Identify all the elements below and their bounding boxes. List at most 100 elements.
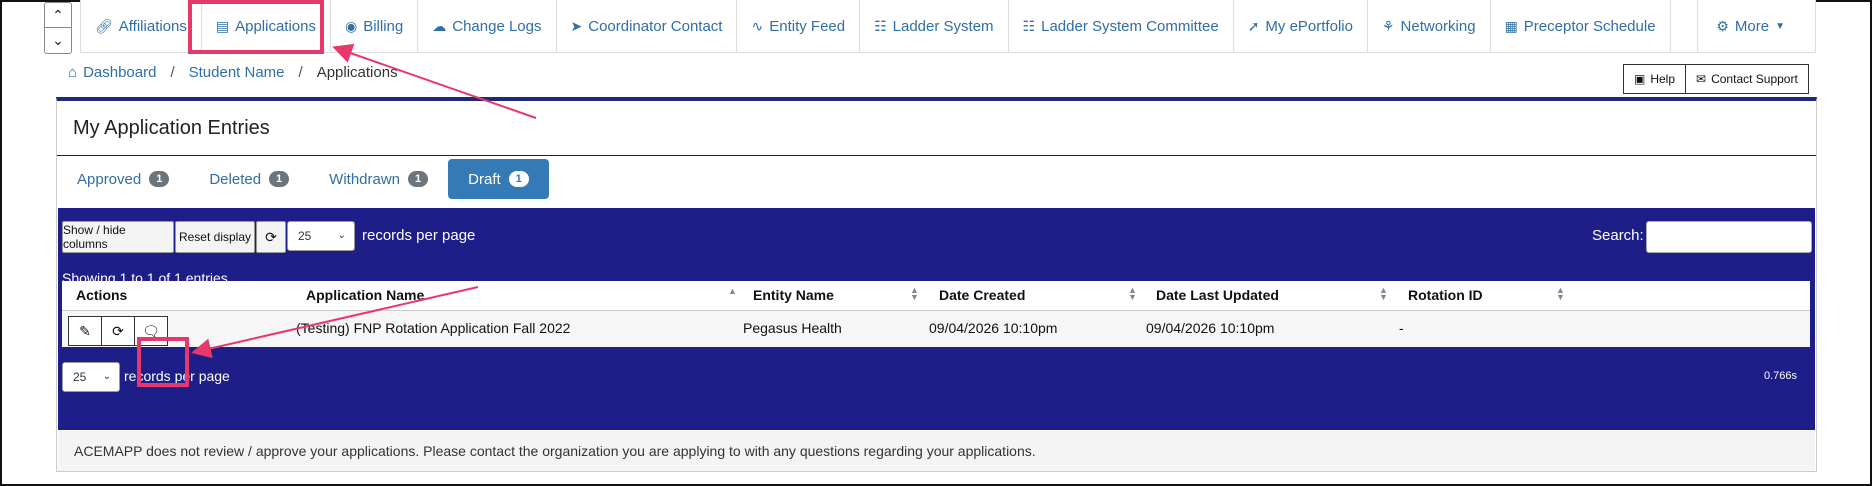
- rss-icon: ∿: [751, 17, 764, 34]
- tab-entity-feed[interactable]: ∿ Entity Feed: [737, 0, 861, 52]
- money-icon: ◉: [345, 17, 358, 34]
- header-buttons: ▣ Help ✉ Contact Support: [1623, 64, 1809, 94]
- tab-label: Entity Feed: [769, 17, 846, 35]
- calendar-icon: ▦: [1504, 17, 1518, 34]
- tab-label: Approved: [77, 170, 142, 188]
- refresh-button[interactable]: ⟳: [256, 221, 286, 253]
- search-label: Search:: [1592, 227, 1644, 244]
- breadcrumb-separator: /: [170, 64, 175, 81]
- tab-label: Coordinator Contact: [588, 17, 723, 35]
- tab-ladder-system[interactable]: ☷ Ladder System: [860, 0, 1009, 52]
- tab-approved[interactable]: Approved 1: [57, 159, 189, 199]
- count-badge: 1: [508, 171, 529, 187]
- refresh-row-button[interactable]: ⟳: [102, 316, 135, 346]
- chat-icon: ✉: [1696, 72, 1707, 86]
- tab-more[interactable]: ⚙ More ▼: [1697, 0, 1815, 52]
- disclaimer-note: ACEMAPP does not review / approve your a…: [58, 431, 1815, 471]
- chevron-down-icon: ⌄: [102, 371, 111, 382]
- per-page-select-bottom[interactable]: 25 ⌄: [62, 362, 120, 392]
- tab-label: Affiliations: [118, 17, 187, 35]
- breadcrumb-current: Applications: [316, 64, 398, 81]
- tab-withdrawn[interactable]: Withdrawn 1: [309, 159, 448, 199]
- breadcrumb-student-name[interactable]: Student Name: [189, 64, 285, 81]
- tab-draft[interactable]: Draft 1: [448, 159, 549, 199]
- per-page-value: 25: [298, 229, 312, 243]
- help-button[interactable]: ▣ Help: [1623, 64, 1687, 94]
- highlight-comments-button: [137, 337, 189, 387]
- briefcase-icon: ▣: [1634, 72, 1646, 86]
- table-row: ✎ ⟳ 🗨︎ (Testing) FNP Rotation Applicatio…: [62, 311, 1810, 347]
- tab-preceptor-schedule[interactable]: ▦ Preceptor Schedule: [1491, 0, 1671, 52]
- network-icon: ⚘: [1381, 17, 1395, 34]
- home-icon: ⌂: [68, 64, 78, 81]
- reset-display-button[interactable]: Reset display: [175, 221, 255, 253]
- column-header-actions: Actions: [76, 287, 128, 303]
- tab-label: Ladder System: [892, 17, 994, 35]
- column-header-date-last-updated[interactable]: Date Last Updated: [1156, 287, 1279, 303]
- search-input[interactable]: [1646, 221, 1812, 253]
- tab-coordinator-contact[interactable]: ➤ Coordinator Contact: [557, 0, 738, 52]
- sort-icon[interactable]: ▲ ▼: [1128, 286, 1137, 302]
- breadcrumb: ⌂ Dashboard / Student Name / Application…: [68, 64, 398, 81]
- chevron-double-down-icon[interactable]: ⌄: [45, 27, 71, 52]
- tab-networking[interactable]: ⚘ Networking: [1368, 0, 1491, 52]
- sort-asc-icon[interactable]: ▲: [728, 287, 737, 296]
- count-badge: 1: [149, 171, 170, 187]
- cloud-icon: ☁: [432, 17, 447, 34]
- nav-collapse-toggle[interactable]: ⌃ ⌄: [44, 2, 72, 54]
- table-header: Actions Application Name ▲ Entity Name ▲…: [62, 281, 1810, 311]
- refresh-icon: ⟳: [265, 228, 277, 245]
- ladder-icon: ☷: [1022, 17, 1036, 34]
- ladder-icon: ☷: [874, 17, 887, 34]
- tab-billing[interactable]: ◉ Billing: [331, 0, 419, 52]
- paper-plane-icon: ➤: [570, 17, 583, 34]
- chevron-down-icon: ⌄: [337, 230, 346, 241]
- tab-change-logs[interactable]: ☁ Change Logs: [418, 0, 557, 52]
- tab-label: More: [1734, 17, 1770, 35]
- title-divider: [57, 155, 1816, 156]
- sort-icon[interactable]: ▲ ▼: [1379, 286, 1388, 302]
- edit-button[interactable]: ✎: [68, 316, 102, 346]
- tab-label: Withdrawn: [329, 170, 401, 188]
- column-header-rotation-id[interactable]: Rotation ID: [1408, 287, 1483, 303]
- tab-my-eportfolio[interactable]: ➚ My ePortfolio: [1234, 0, 1368, 52]
- breadcrumb-dashboard[interactable]: Dashboard: [83, 64, 156, 81]
- caret-down-icon: ▼: [1775, 20, 1785, 32]
- per-page-select-top[interactable]: 25 ⌄: [287, 221, 355, 251]
- tab-label: Ladder System Committee: [1041, 17, 1219, 35]
- column-header-date-created[interactable]: Date Created: [939, 287, 1025, 303]
- tab-label: Networking: [1400, 17, 1476, 35]
- chevron-double-up-icon[interactable]: ⌃: [45, 3, 71, 27]
- column-header-entity-name[interactable]: Entity Name: [753, 287, 834, 303]
- highlight-applications-tab: [188, 0, 324, 54]
- tab-affiliations[interactable]: 🔗︎ Affiliations: [81, 0, 202, 52]
- cell-application-name: (Testing) FNP Rotation Application Fall …: [296, 320, 571, 336]
- cell-date-updated: 09/04/2026 10:10pm: [1146, 320, 1275, 336]
- cell-rotation-id: -: [1399, 320, 1404, 336]
- per-page-value: 25: [73, 370, 87, 384]
- rocket-icon: ➚: [1247, 17, 1260, 34]
- show-hide-columns-button[interactable]: Show / hide columns: [62, 221, 174, 253]
- page-title: My Application Entries: [73, 117, 270, 139]
- tab-label: Deleted: [209, 170, 262, 188]
- breadcrumb-separator: /: [298, 64, 303, 81]
- tab-ladder-system-committee[interactable]: ☷ Ladder System Committee: [1009, 0, 1234, 52]
- count-badge: 1: [269, 171, 290, 187]
- sort-icon[interactable]: ▲ ▼: [910, 286, 919, 302]
- contact-support-button[interactable]: ✉ Contact Support: [1686, 64, 1809, 94]
- gear-icon: ⚙: [1716, 17, 1729, 34]
- tab-label: Change Logs: [452, 17, 542, 35]
- count-badge: 1: [408, 171, 429, 187]
- link-icon: 🔗︎: [95, 17, 113, 34]
- tab-deleted[interactable]: Deleted 1: [189, 159, 309, 199]
- tab-label: Billing: [363, 17, 404, 35]
- table-container: Show / hide columns Reset display ⟳ 25 ⌄ …: [58, 208, 1815, 430]
- contact-support-label: Contact Support: [1711, 72, 1798, 86]
- pencil-icon: ✎: [79, 322, 91, 339]
- help-label: Help: [1650, 72, 1676, 86]
- redo-icon: ⟳: [112, 322, 124, 339]
- sort-icon[interactable]: ▲ ▼: [1556, 286, 1565, 302]
- column-header-application-name[interactable]: Application Name: [306, 287, 424, 303]
- cell-date-created: 09/04/2026 10:10pm: [929, 320, 1058, 336]
- tab-label: My ePortfolio: [1265, 17, 1353, 35]
